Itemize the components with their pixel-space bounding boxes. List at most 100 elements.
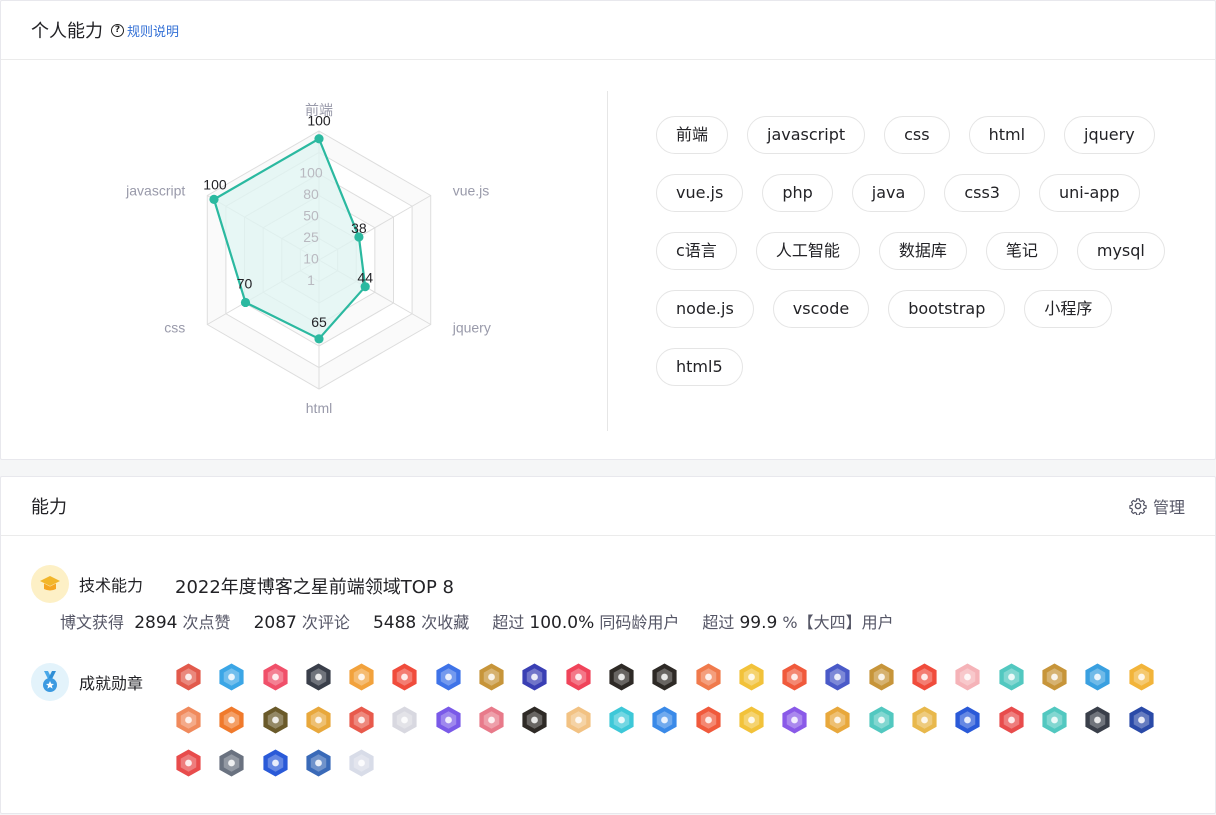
skill-tag[interactable]: 小程序 [1024,290,1113,328]
skill-tag[interactable]: javascript [747,116,866,154]
medal-badge-icon[interactable] [1040,705,1069,735]
manage-button[interactable]: 管理 [1129,477,1185,535]
medal-badge-icon[interactable] [261,748,290,778]
medal-badge-icon[interactable] [607,662,636,692]
medal-badge-icon[interactable] [261,705,290,735]
medal-badge-icon[interactable] [650,705,679,735]
medal-badge-icon[interactable] [910,705,939,735]
medal-badge-icon[interactable] [304,748,333,778]
skill-tag[interactable]: mysql [1076,232,1165,270]
medal-badge-icon[interactable] [1083,662,1112,692]
radar-scale-label: 100 [299,164,323,180]
radar-axis-label: vue.js [453,183,490,199]
medal-badge-icon[interactable] [910,662,939,692]
ability-card: 个人能力 ? 规则说明 100 80 50 25 10 1 100 38 44 65 70 100 前端… [0,0,1216,460]
radar-scale-label: 50 [303,207,319,223]
medal-badge-icon[interactable] [217,662,246,692]
skill-tag[interactable]: bootstrap [888,290,1006,328]
medal-badge-icon[interactable] [174,748,203,778]
graduation-cap-icon [31,565,69,603]
radar-data-point [314,134,324,144]
medal-badge-icon[interactable] [434,705,463,735]
medal-badge-icon[interactable] [953,662,982,692]
medal-badge-icon[interactable] [1127,705,1156,735]
medal-badge-icon[interactable] [780,705,809,735]
medal-badge-icon[interactable] [477,705,506,735]
medal-icon [31,663,69,701]
medal-badge-icon[interactable] [997,705,1026,735]
medal-badge-icon[interactable] [174,662,203,692]
medal-badge-icon[interactable] [1083,705,1112,735]
radar-value-label: 38 [351,220,367,236]
rule-link[interactable]: ? 规则说明 [111,21,179,40]
medal-badge-icon[interactable] [867,662,896,692]
manage-label: 管理 [1152,498,1185,517]
medal-badge-icon[interactable] [997,662,1026,692]
medal-badge-icon[interactable] [304,662,333,692]
medal-badge-icon[interactable] [1127,662,1156,692]
capability-card-title: 能力 [31,497,67,518]
skill-tag[interactable]: css3 [944,174,1020,212]
tech-ability-title: 2022年度博客之星前端领域TOP 8 [175,577,454,598]
exceed-grade-prefix: 超过 [702,613,735,632]
medal-badge-icon[interactable] [823,662,852,692]
radar-value-label: 65 [311,314,327,330]
exceed-peer-prefix: 超过 [492,613,525,632]
medal-badge-icon[interactable] [650,662,679,692]
medal-badge-icon[interactable] [694,705,723,735]
skill-tag[interactable]: html [968,116,1046,154]
radar-chart: 100 80 50 25 10 1 100 38 44 65 70 100 前端 vue.js jquery… [1,61,607,459]
comments-count: 2087 [253,613,297,633]
radar-axis-label: 前端 [305,102,333,118]
medal-badge-icon[interactable] [477,662,506,692]
skill-tag[interactable]: java [851,174,926,212]
radar-chart-svg: 10080502510110038446570100前端vue.jsjquery… [125,102,491,416]
medal-badge-icon[interactable] [737,705,766,735]
medal-badge-icon[interactable] [737,662,766,692]
capability-card: 能力 管理 技术能力 2022年度博客之星前端领域TOP 8 博文获得 2894… [0,476,1216,814]
medal-badge-icon[interactable] [390,662,419,692]
medal-badge-icon[interactable] [823,705,852,735]
medal-badge-icon[interactable] [564,662,593,692]
radar-scale-label: 25 [303,229,319,245]
skill-tag[interactable]: 前端 [656,116,729,154]
medal-badge-icon[interactable] [564,705,593,735]
skill-tag[interactable]: uni-app [1038,174,1140,212]
exceed-grade-suffix: %【大四】用户 [782,613,894,632]
medal-badge-icon[interactable] [694,662,723,692]
medal-badge-icon[interactable] [304,705,333,735]
medal-badge-icon[interactable] [347,748,376,778]
medal-badge-icon[interactable] [520,662,549,692]
medal-badge-icon[interactable] [780,662,809,692]
medal-badge-icon[interactable] [390,705,419,735]
medal-badge-icon[interactable] [607,705,636,735]
radar-data-point [209,194,219,204]
skill-tag[interactable]: node.js [656,290,754,328]
radar-value-label: 70 [237,275,253,291]
comments-unit: 次评论 [301,613,350,632]
skill-tag[interactable]: 人工智能 [755,232,860,270]
medal-badge-icon[interactable] [520,705,549,735]
medal-badge-icon[interactable] [347,662,376,692]
skill-tag[interactable]: c语言 [656,232,737,270]
skill-tag[interactable]: php [762,174,833,212]
medal-badge-icon[interactable] [953,705,982,735]
skill-tag[interactable]: jquery [1064,116,1155,154]
skill-tag[interactable]: html5 [656,348,743,386]
skill-tag[interactable]: css [884,116,950,154]
medal-badge-icon[interactable] [867,705,896,735]
skill-tag[interactable]: vscode [772,290,870,328]
medal-badge-icon[interactable] [217,748,246,778]
skill-tag[interactable]: 数据库 [878,232,967,270]
medal-badge-icon[interactable] [434,662,463,692]
medal-badge-icon[interactable] [1040,662,1069,692]
medal-badge-icon[interactable] [261,662,290,692]
radar-data-point [314,334,324,344]
likes-count: 2894 [134,613,178,633]
radar-scale-label: 80 [303,186,319,202]
medal-badge-icon[interactable] [174,705,203,735]
skill-tag[interactable]: vue.js [656,174,744,212]
medal-badge-icon[interactable] [217,705,246,735]
skill-tag[interactable]: 笔记 [985,232,1058,270]
medal-badge-icon[interactable] [347,705,376,735]
